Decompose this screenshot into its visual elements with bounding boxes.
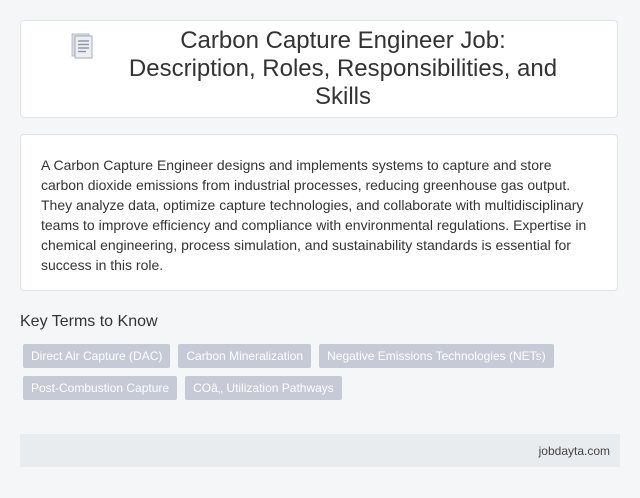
key-term-tag[interactable]: Direct Air Capture (DAC) [23, 344, 171, 368]
key-term-tag[interactable]: Post-Combustion Capture [23, 376, 178, 400]
document-icon [71, 33, 93, 59]
footer-site-link[interactable]: jobdayta.com [539, 444, 610, 458]
key-terms-heading: Key Terms to Know [20, 313, 158, 330]
description-text: A Carbon Capture Engineer designs and im… [41, 157, 587, 273]
page-title: Carbon Capture Engineer Job: Description… [128, 27, 558, 110]
key-terms-list: Direct Air Capture (DAC) Carbon Minerali… [23, 344, 583, 400]
title-card: Carbon Capture Engineer Job: Description… [20, 20, 618, 118]
title-row: Carbon Capture Engineer Job: Description… [71, 27, 567, 111]
description-card: A Carbon Capture Engineer designs and im… [20, 134, 618, 291]
key-term-tag[interactable]: Carbon Mineralization [178, 344, 312, 368]
footer: jobdayta.com [20, 434, 620, 467]
key-term-tag[interactable]: Negative Emissions Technologies (NETs) [319, 344, 554, 368]
key-term-tag[interactable]: COâ‚‚ Utilization Pathways [185, 376, 342, 400]
